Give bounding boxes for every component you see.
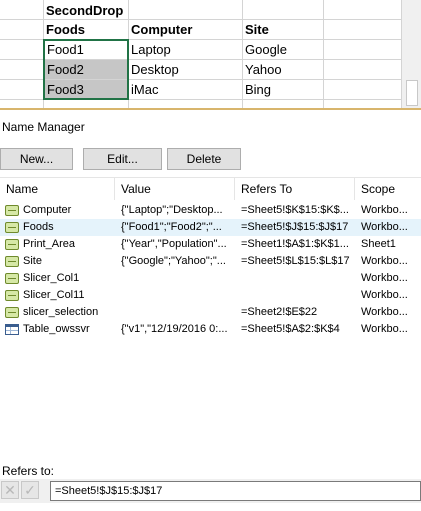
name-row[interactable]: Slicer_Col11 Workbo... <box>0 287 421 304</box>
defined-name-icon <box>5 273 19 284</box>
refers-to-bar: ✕ ✓ =Sheet5!$J$15:$J$17 <box>0 479 421 503</box>
name-row[interactable]: Print_Area {"Year","Population"... =Shee… <box>0 236 421 253</box>
commit-edit-icon[interactable]: ✓ <box>21 481 39 499</box>
new-button-label: New... <box>19 152 54 166</box>
cell-google[interactable]: Google <box>242 40 323 59</box>
cell-bing[interactable]: Bing <box>242 80 323 99</box>
name-cell: Foods <box>23 221 54 233</box>
edit-button-label: Edit... <box>107 152 138 166</box>
defined-name-icon <box>5 222 19 233</box>
defined-name-icon <box>5 239 19 250</box>
name-row-selected[interactable]: Foods {"Food1";"Food2";"... =Sheet5!$J$1… <box>0 219 421 236</box>
refers-to-cell: =Sheet5!$L$15:$L$17 <box>241 255 350 267</box>
new-button[interactable]: New... <box>0 148 73 170</box>
cell-column-foods[interactable]: Foods <box>43 20 128 39</box>
name-cell: Print_Area <box>23 238 75 250</box>
scope-cell: Sheet1 <box>361 238 396 250</box>
cell-column-computer[interactable]: Computer <box>128 20 242 39</box>
edit-button[interactable]: Edit... <box>83 148 162 170</box>
column-header-refers-to[interactable]: Refers To <box>235 178 355 200</box>
refers-to-input[interactable]: =Sheet5!$J$15:$J$17 <box>50 481 421 501</box>
names-list[interactable]: Name Value Refers To Scope Computer {"La… <box>0 177 421 448</box>
cell-header-title[interactable]: SecondDrop <box>43 1 143 20</box>
name-cell: slicer_selection <box>23 306 99 318</box>
scope-cell: Workbo... <box>361 204 408 216</box>
name-row[interactable]: Slicer_Col1 Workbo... <box>0 270 421 287</box>
value-cell: {"Year","Population"... <box>121 238 227 250</box>
delete-button-label: Delete <box>186 152 222 166</box>
column-header-value[interactable]: Value <box>115 178 235 200</box>
table-icon <box>5 324 19 335</box>
name-row[interactable]: Table_owssvr {"v1","12/19/2016 0:... =Sh… <box>0 321 421 338</box>
value-cell: {"Laptop";"Desktop... <box>121 204 223 216</box>
defined-name-icon <box>5 205 19 216</box>
worksheet-grid: SecondDrop Foods Computer Site Food1 Lap… <box>0 0 421 110</box>
refers-to-cell: =Sheet5!$K$15:$K$... <box>241 204 349 216</box>
name-cell: Table_owssvr <box>23 323 90 335</box>
defined-name-icon <box>5 290 19 301</box>
refers-to-label: Refers to: <box>2 464 55 478</box>
name-cell: Slicer_Col1 <box>23 272 80 284</box>
cell-imac[interactable]: iMac <box>128 80 242 99</box>
refers-to-cell: =Sheet5!$J$15:$J$17 <box>241 221 349 233</box>
dialog-title: Name Manager <box>2 120 85 134</box>
gridline <box>323 0 324 108</box>
refers-to-cell: =Sheet1!$A$1:$K$1... <box>241 238 349 250</box>
scope-cell: Workbo... <box>361 221 408 233</box>
defined-name-icon <box>5 307 19 318</box>
dialog-divider <box>0 108 421 110</box>
name-row[interactable]: slicer_selection =Sheet2!$E$22 Workbo... <box>0 304 421 321</box>
name-cell: Site <box>23 255 42 267</box>
scope-cell: Workbo... <box>361 306 408 318</box>
scope-cell: Workbo... <box>361 289 408 301</box>
cell-laptop[interactable]: Laptop <box>128 40 242 59</box>
name-cell: Computer <box>23 204 72 216</box>
cancel-edit-icon[interactable]: ✕ <box>1 481 19 499</box>
selection-range-highlight <box>43 39 129 100</box>
cell-yahoo[interactable]: Yahoo <box>242 60 323 79</box>
value-cell: {"Food1";"Food2";"... <box>121 221 222 233</box>
delete-button[interactable]: Delete <box>167 148 241 170</box>
scope-cell: Workbo... <box>361 272 408 284</box>
defined-name-icon <box>5 256 19 267</box>
name-row[interactable]: Site {"Google";"Yahoo";"... =Sheet5!$L$1… <box>0 253 421 270</box>
scope-cell: Workbo... <box>361 323 408 335</box>
value-cell: {"Google";"Yahoo";"... <box>121 255 226 267</box>
name-cell: Slicer_Col11 <box>23 289 85 301</box>
refers-to-cell: =Sheet2!$E$22 <box>241 306 318 318</box>
cell-desktop[interactable]: Desktop <box>128 60 242 79</box>
column-header-name[interactable]: Name <box>0 178 115 200</box>
value-cell: {"v1","12/19/2016 0:... <box>121 323 228 335</box>
vertical-scrollbar[interactable] <box>401 0 421 110</box>
name-row[interactable]: Computer {"Laptop";"Desktop... =Sheet5!$… <box>0 202 421 219</box>
scrollbar-thumb[interactable] <box>406 80 418 106</box>
cell-column-site[interactable]: Site <box>242 20 323 39</box>
refers-to-cell: =Sheet5!$A$2:$K$4 <box>241 323 340 335</box>
column-header-scope[interactable]: Scope <box>355 178 421 200</box>
scope-cell: Workbo... <box>361 255 408 267</box>
